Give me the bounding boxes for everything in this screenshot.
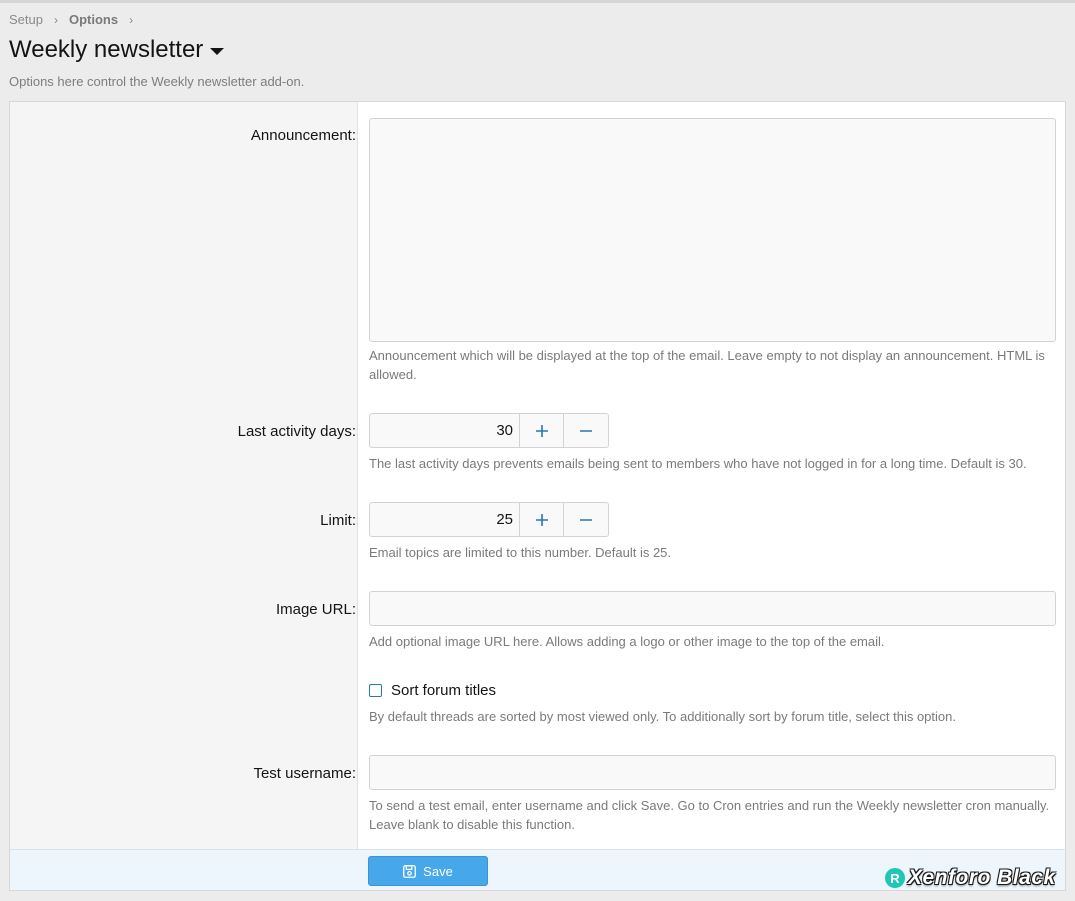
limit-input[interactable]: 25 xyxy=(370,503,520,536)
sort-forum-titles-checkbox[interactable] xyxy=(369,684,382,697)
announcement-textarea[interactable] xyxy=(369,118,1056,342)
test-username-label: Test username: xyxy=(253,765,356,782)
breadcrumb-chevron-icon: › xyxy=(129,12,134,27)
plus-icon xyxy=(535,424,548,437)
limit-hint: Email topics are limited to this number.… xyxy=(369,545,672,560)
decrement-button[interactable] xyxy=(564,503,608,536)
minus-icon xyxy=(580,429,592,432)
sort-forum-titles-option[interactable]: Sort forum titles xyxy=(369,682,496,699)
save-icon xyxy=(403,864,417,878)
registered-icon: R xyxy=(885,868,905,888)
test-username-hint: To send a test email, enter username and… xyxy=(369,798,1050,832)
breadcrumb-chevron-icon: › xyxy=(53,12,58,27)
save-button[interactable]: Save xyxy=(368,856,488,886)
last-activity-days-stepper: 30 xyxy=(369,413,609,448)
increment-button[interactable] xyxy=(520,414,564,447)
sort-forum-titles-label[interactable]: Sort forum titles xyxy=(391,682,496,699)
breadcrumb-options[interactable]: Options xyxy=(69,12,118,27)
save-button-label: Save xyxy=(423,863,453,879)
breadcrumb-setup[interactable]: Setup xyxy=(9,12,43,27)
sort-forum-titles-hint: By default threads are sorted by most vi… xyxy=(369,709,956,724)
page-title: Weekly newsletter xyxy=(9,36,204,63)
image-url-hint: Add optional image URL here. Allows addi… xyxy=(369,634,885,649)
limit-stepper: 25 xyxy=(369,502,609,537)
last-activity-days-input[interactable]: 30 xyxy=(370,414,520,447)
announcement-hint: Announcement which will be displayed at … xyxy=(369,348,1045,382)
last-activity-days-hint: The last activity days prevents emails b… xyxy=(369,456,1027,471)
watermark-text: Xenforo Black xyxy=(908,866,1056,889)
announcement-label: Announcement: xyxy=(250,127,356,144)
watermark: R Xenforo Black xyxy=(885,866,1056,890)
last-activity-days-label: Last activity days: xyxy=(237,423,356,440)
test-username-input[interactable] xyxy=(369,755,1056,790)
title-row[interactable]: Weekly newsletter xyxy=(9,36,225,64)
limit-label: Limit: xyxy=(320,512,356,529)
increment-button[interactable] xyxy=(520,503,564,536)
options-form: Announcement: Announcement which will be… xyxy=(9,101,1066,891)
top-border xyxy=(0,0,1075,3)
decrement-button[interactable] xyxy=(564,414,608,447)
breadcrumb: Setup › Options › xyxy=(9,12,144,27)
image-url-input[interactable] xyxy=(369,591,1056,626)
minus-icon xyxy=(580,518,592,521)
label-column xyxy=(10,102,358,849)
caret-down-icon[interactable] xyxy=(210,48,225,55)
image-url-label: Image URL: xyxy=(275,601,356,618)
plus-icon xyxy=(535,513,548,526)
page-description: Options here control the Weekly newslett… xyxy=(9,74,305,89)
